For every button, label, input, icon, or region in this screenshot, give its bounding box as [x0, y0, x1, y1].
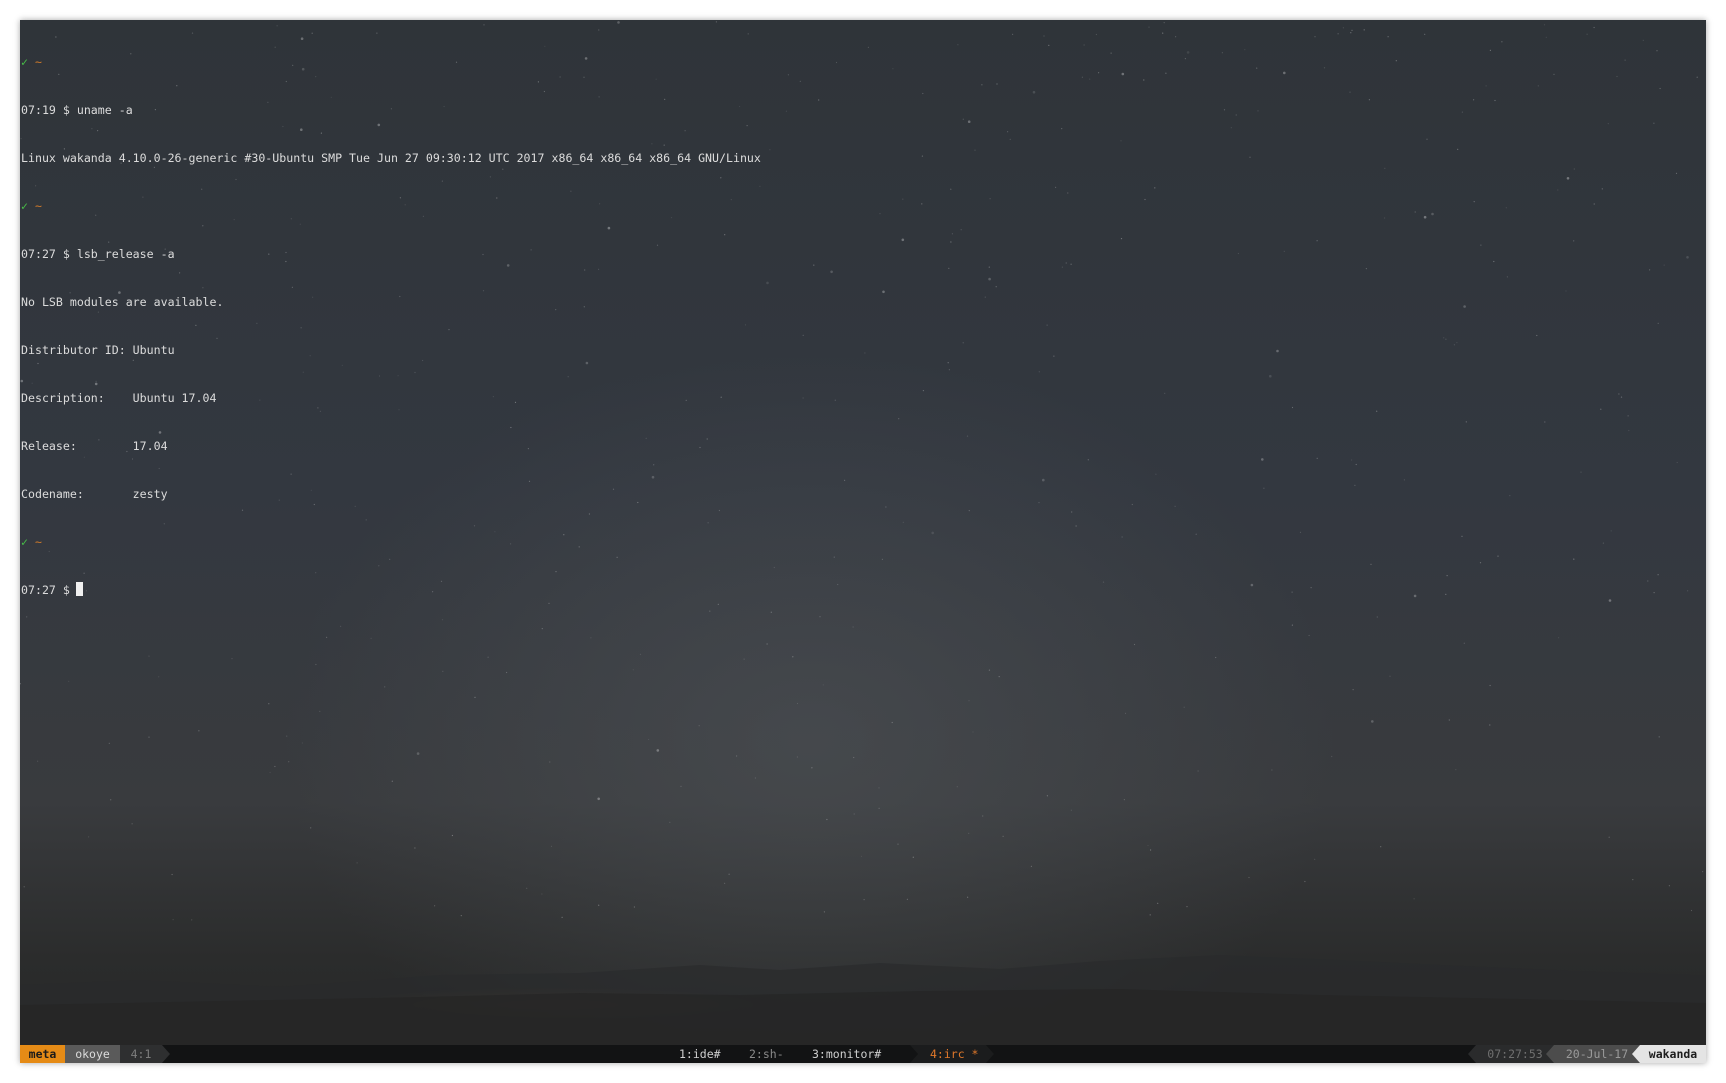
tmux-status-bar: meta okoye 4:1 1:ide# 2:sh- 3:monitor# 4…	[20, 1045, 1706, 1063]
powerline-separator-icon	[986, 1045, 994, 1063]
output-line: No LSB modules are available.	[21, 295, 224, 309]
prompt-status-line: ✓ ~	[21, 54, 761, 70]
pane-index-badge: 4:1	[120, 1045, 162, 1063]
active-prompt-line[interactable]: 07:27 $	[21, 582, 761, 598]
powerline-separator-icon	[1632, 1045, 1640, 1063]
success-check-icon: ✓	[21, 199, 28, 213]
prompt-directory: ~	[34, 55, 42, 69]
clock-time: 07:27:53	[1476, 1045, 1554, 1063]
prompt-status-line: ✓ ~	[21, 534, 761, 550]
powerline-separator-icon	[1546, 1045, 1554, 1063]
window-tab-irc-active[interactable]: 4:irc *	[918, 1045, 987, 1063]
terminal-output[interactable]: ✓ ~ 07:19 $ uname -a Linux wakanda 4.10.…	[21, 22, 761, 630]
window-tab-sh[interactable]: 2:sh-	[749, 1045, 784, 1063]
output-line: Linux wakanda 4.10.0-26-generic #30-Ubun…	[21, 151, 761, 165]
command-line: 07:27 $ lsb_release -a	[21, 247, 175, 261]
success-check-icon: ✓	[21, 535, 28, 549]
username-badge: okoye	[65, 1045, 120, 1063]
hostname-badge: wakanda	[1640, 1045, 1706, 1063]
prompt-text: 07:27 $	[21, 583, 70, 597]
window-tab-ide[interactable]: 1:ide#	[679, 1045, 721, 1063]
terminal-window[interactable]: ✓ ~ 07:19 $ uname -a Linux wakanda 4.10.…	[20, 20, 1706, 1063]
success-check-icon: ✓	[21, 55, 28, 69]
prompt-status-line: ✓ ~	[21, 198, 761, 214]
wallpaper-hills	[20, 955, 1706, 1045]
window-tab-monitor[interactable]: 3:monitor#	[812, 1045, 881, 1063]
output-line: Codename: zesty	[21, 487, 168, 501]
session-name-badge: meta	[20, 1045, 65, 1063]
clock-date: 20-Jul-17	[1554, 1045, 1640, 1063]
powerline-separator-icon	[162, 1045, 170, 1063]
prompt-directory: ~	[34, 535, 42, 549]
output-line: Distributor ID: Ubuntu	[21, 343, 175, 357]
output-line: Release: 17.04	[21, 439, 168, 453]
text-cursor[interactable]	[75, 582, 83, 596]
powerline-separator-icon	[910, 1045, 918, 1063]
powerline-separator-icon	[1468, 1045, 1476, 1063]
command-line: 07:19 $ uname -a	[21, 103, 133, 117]
output-line: Description: Ubuntu 17.04	[21, 391, 217, 405]
prompt-directory: ~	[34, 199, 42, 213]
